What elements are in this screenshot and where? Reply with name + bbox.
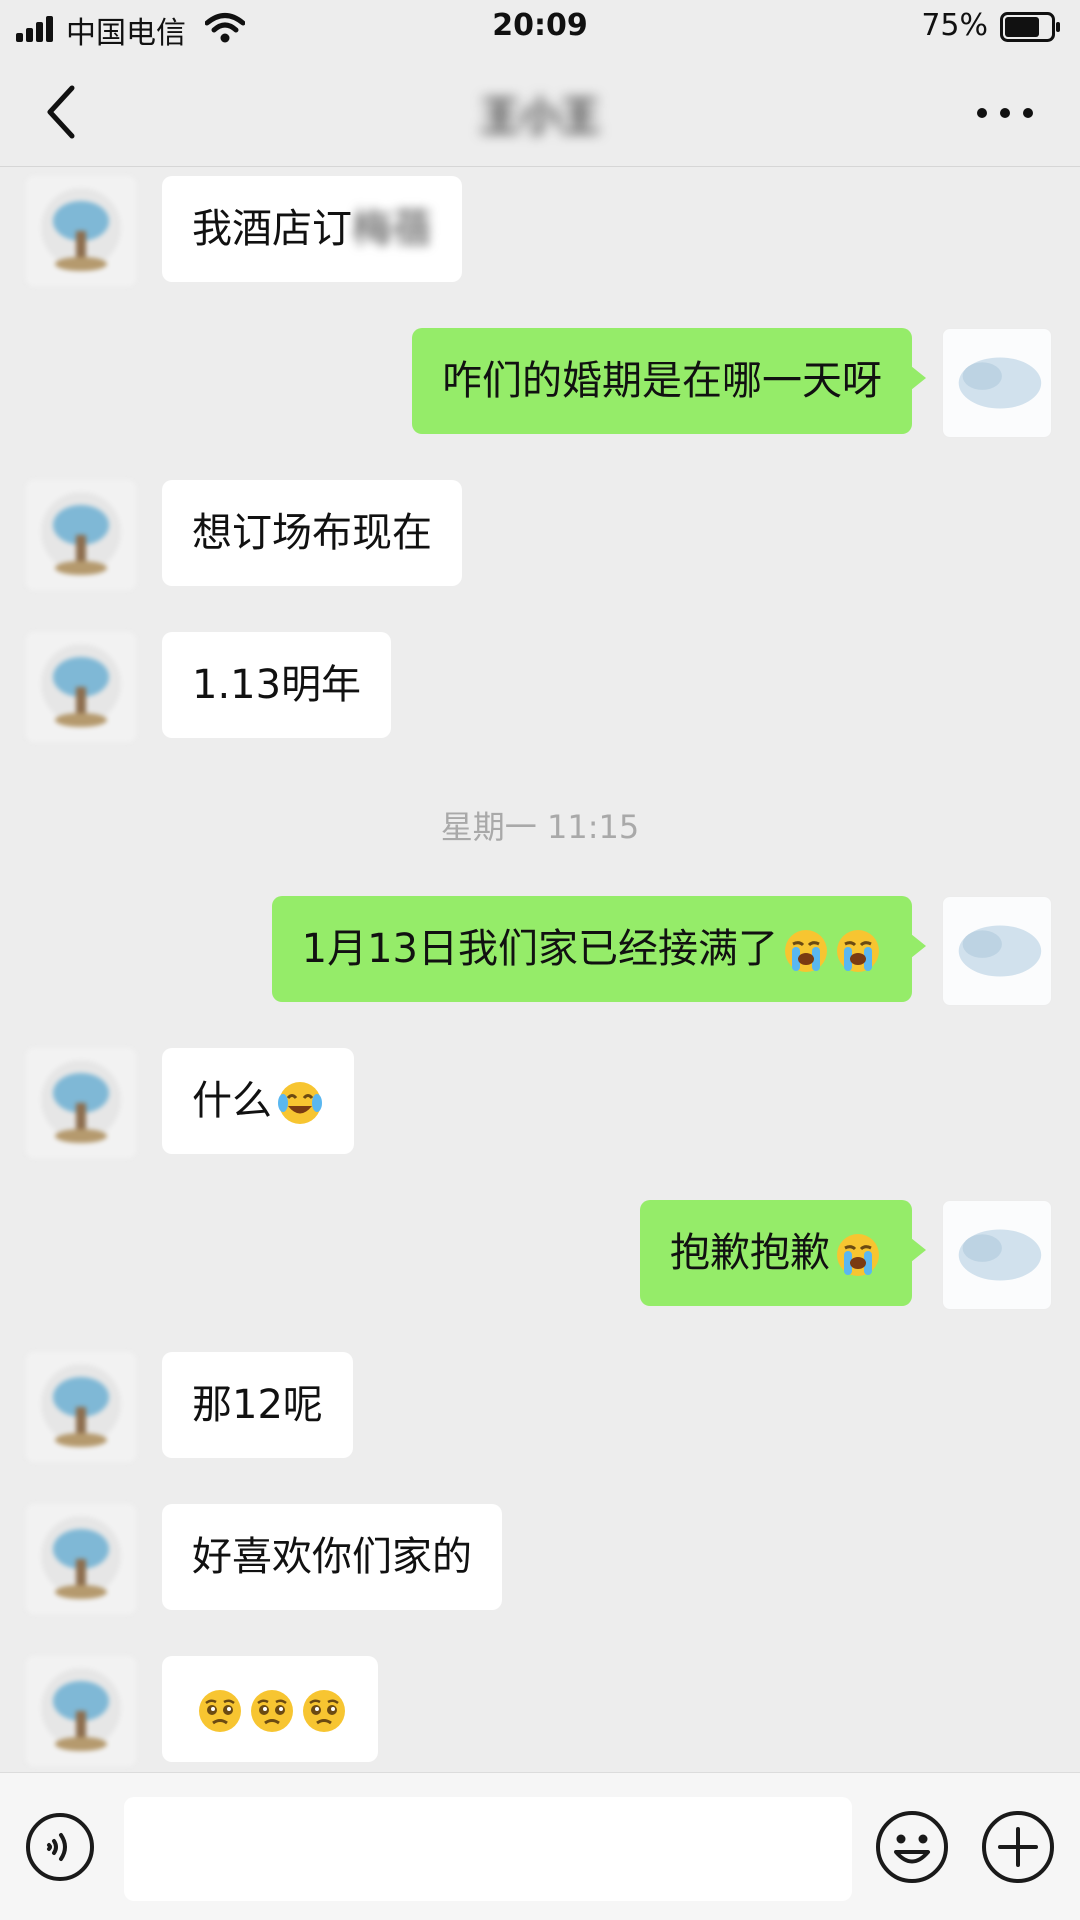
plus-icon[interactable]	[980, 1809, 1056, 1885]
pleading-face-icon	[199, 1690, 241, 1732]
face-with-tears-of-joy-icon	[278, 1082, 322, 1124]
loudly-crying-face-icon	[837, 1234, 879, 1276]
message-bubble-incoming[interactable]: 1.13明年	[162, 632, 392, 738]
message-bubble-incoming[interactable]: 好喜欢你们家的	[162, 1504, 502, 1610]
message-bubble-incoming[interactable]: 我酒店订梅蓓	[162, 176, 462, 282]
contact-avatar[interactable]	[26, 1656, 136, 1766]
message-text: 1.13明年	[192, 662, 362, 708]
contact-avatar[interactable]	[26, 176, 136, 286]
message-text-blurred: 梅蓓	[352, 206, 432, 252]
contact-avatar[interactable]	[26, 480, 136, 590]
battery-percent: 75%	[921, 8, 988, 43]
loudly-crying-face-icon	[785, 930, 827, 972]
clock: 20:09	[492, 8, 588, 43]
message-bubble-incoming[interactable]: 想订场布现在	[162, 480, 462, 586]
message-text: 想订场布现在	[192, 510, 432, 556]
message-text: 咋们的婚期是在哪一天呀	[442, 358, 882, 404]
message-text: 那12呢	[192, 1382, 323, 1428]
my-avatar[interactable]	[942, 1200, 1052, 1310]
message-list: 我酒店订梅蓓 咋们的婚期是在哪一天呀 想订场布现在 1.13明年 星期一 11:…	[0, 166, 1080, 1772]
contact-avatar[interactable]	[26, 1352, 136, 1462]
message-bubble-incoming[interactable]: 什么	[162, 1048, 354, 1154]
voice-icon[interactable]	[24, 1811, 96, 1883]
message-bubble-outgoing[interactable]: 抱歉抱歉	[640, 1200, 926, 1306]
contact-avatar[interactable]	[26, 1048, 136, 1158]
input-bar	[0, 1772, 1080, 1920]
pleading-face-icon	[251, 1690, 293, 1732]
message-input[interactable]	[124, 1797, 852, 1901]
message-text: 我酒店订	[192, 206, 352, 252]
chat-title: 王小王	[480, 94, 600, 140]
message-text: 抱歉抱歉	[670, 1230, 830, 1276]
message-bubble-outgoing[interactable]: 咋们的婚期是在哪一天呀	[412, 328, 926, 434]
time-divider: 星期一 11:15	[440, 808, 640, 846]
message-bubble-incoming[interactable]	[162, 1656, 378, 1762]
chat-screen: 中国电信 20:09 75% 王小王 我酒店订梅蓓 咋们的婚期是在哪一天呀 想订…	[0, 0, 1080, 1920]
message-text: 1月13日我们家已经接满了	[301, 926, 778, 972]
message-bubble-outgoing[interactable]: 1月13日我们家已经接满了	[271, 896, 927, 1002]
message-text: 好喜欢你们家的	[192, 1534, 472, 1580]
pleading-face-icon	[303, 1690, 345, 1732]
contact-avatar[interactable]	[26, 632, 136, 742]
status-bar: 中国电信 20:09 75%	[0, 0, 1080, 58]
message-bubble-incoming[interactable]: 那12呢	[162, 1352, 353, 1458]
battery-icon	[1000, 12, 1060, 42]
loudly-crying-face-icon	[837, 930, 879, 972]
my-avatar[interactable]	[942, 896, 1052, 1006]
nav-bar: 王小王	[0, 58, 1080, 167]
message-text: 什么	[192, 1078, 272, 1124]
my-avatar[interactable]	[942, 328, 1052, 438]
contact-avatar[interactable]	[26, 1504, 136, 1614]
emoji-icon[interactable]	[874, 1809, 950, 1885]
ellipsis-icon[interactable]	[970, 88, 1040, 138]
